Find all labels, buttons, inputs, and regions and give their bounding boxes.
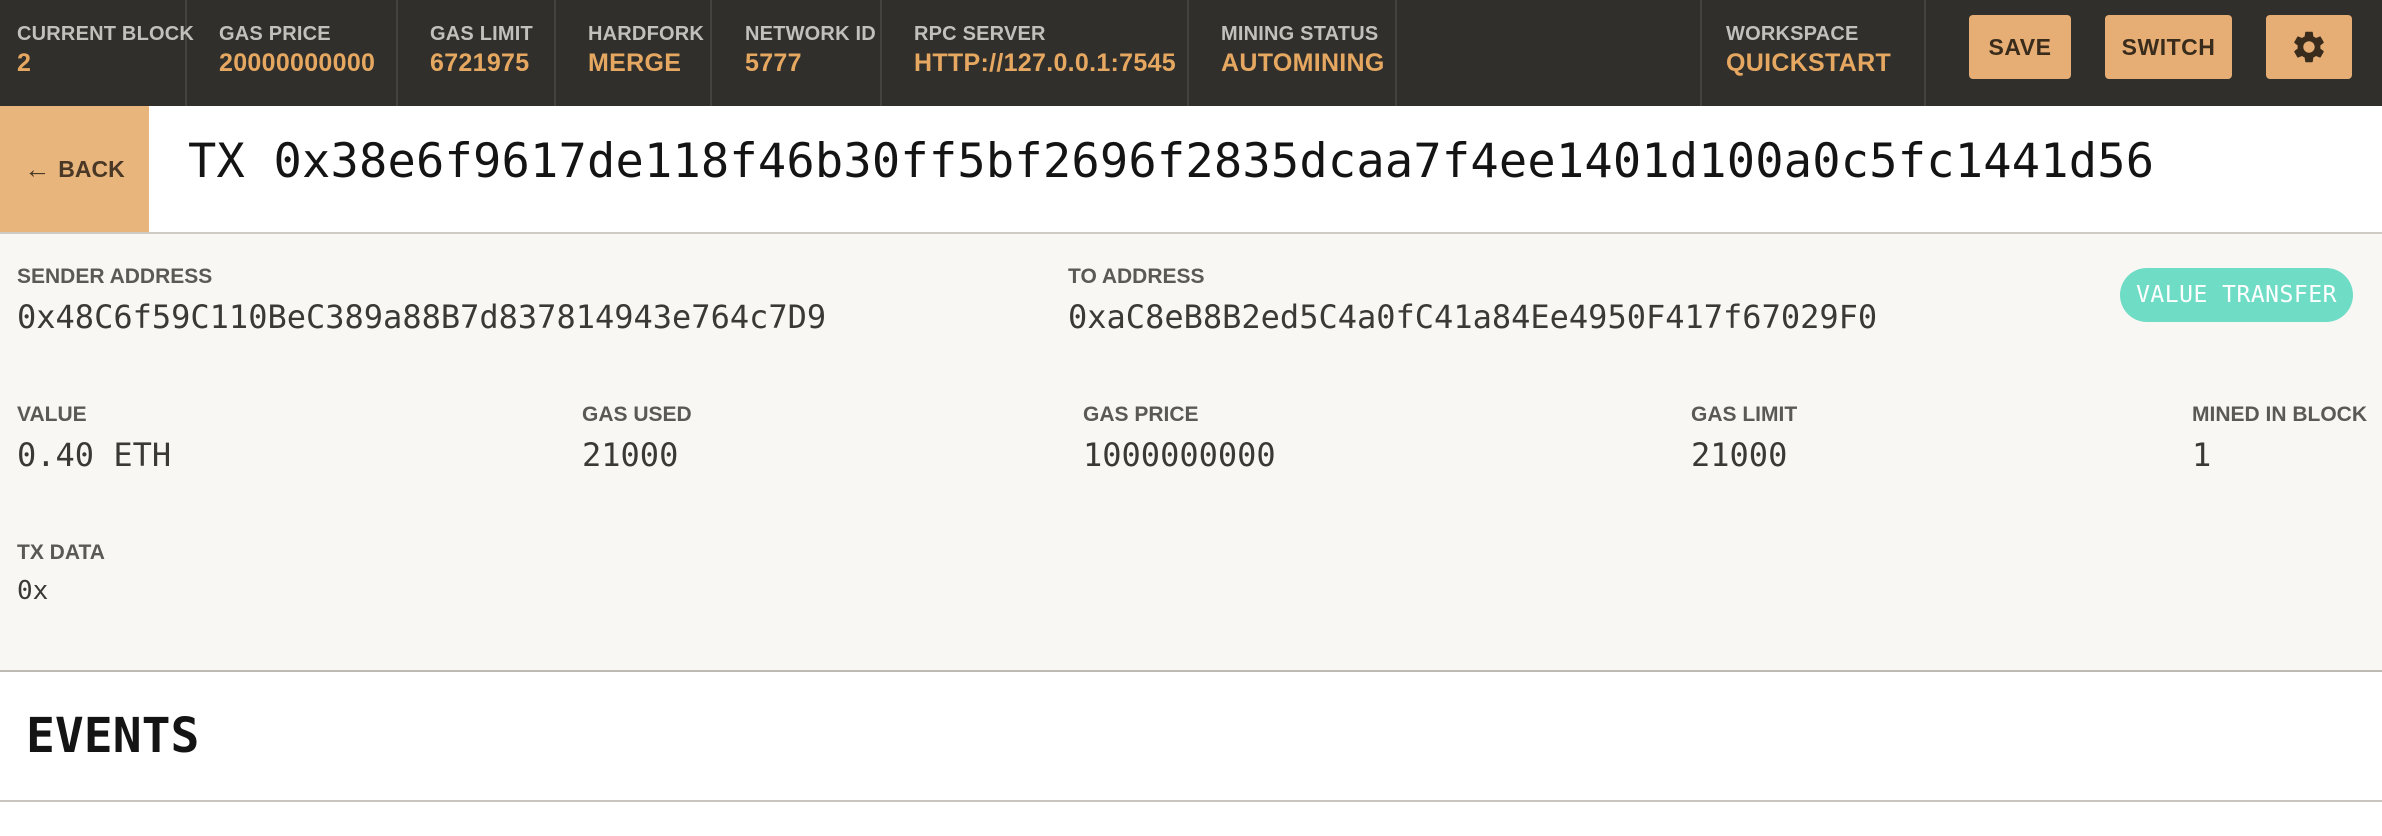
stat-label: NETWORK ID <box>745 23 876 45</box>
stat-value: HTTP://127.0.0.1:7545 <box>914 49 1176 77</box>
arrow-left-icon: ← <box>24 153 51 184</box>
page-title: TX 0x38e6f9617de118f46b30ff5bf2696f2835d… <box>188 134 2155 189</box>
field-value: 0x <box>17 576 49 606</box>
stat-value: 2 <box>17 49 32 77</box>
back-button[interactable]: ← BACK <box>0 106 149 232</box>
field-value: 0x48C6f59C110BeC389a88B7d837814943e764c7… <box>17 298 827 336</box>
to-address: TO ADDRESS 0xaC8eB8B2ed5C4a0fC41a84Ee495… <box>1068 264 1877 336</box>
field-label: VALUE <box>17 403 87 426</box>
save-button[interactable]: SAVE <box>1969 15 2071 79</box>
workspace-label: WORKSPACE <box>1726 23 1859 45</box>
switch-button[interactable]: SWITCH <box>2105 15 2232 79</box>
tx-value: VALUE 0.40 ETH <box>17 402 171 474</box>
field-label: GAS PRICE <box>1083 403 1199 426</box>
field-value: 0xaC8eB8B2ed5C4a0fC41a84Ee4950F417f67029… <box>1068 298 1878 336</box>
stat-value: 6721975 <box>430 49 530 77</box>
events-heading: EVENTS <box>26 708 200 764</box>
gear-icon <box>2294 31 2324 63</box>
transaction-details: SENDER ADDRESS 0x48C6f59C110BeC389a88B7d… <box>0 234 2382 672</box>
stat-value: 20000000000 <box>219 49 376 77</box>
field-label: GAS LIMIT <box>1691 403 1798 426</box>
stat-rpc-server: RPC SERVER HTTP://127.0.0.1:7545 <box>882 0 1189 106</box>
field-value: 21000 <box>582 436 679 474</box>
mined-in-block: MINED IN BLOCK 1 <box>2192 402 2367 474</box>
stat-label: RPC SERVER <box>914 23 1046 45</box>
stat-label: HARDFORK <box>588 23 705 45</box>
field-label: TX DATA <box>17 541 105 564</box>
stat-label: GAS LIMIT <box>430 23 533 45</box>
field-label: GAS USED <box>582 403 692 426</box>
tx-type-badge: VALUE TRANSFER <box>2120 268 2353 322</box>
tx-data: TX DATA 0x <box>17 540 105 610</box>
stat-value: 5777 <box>745 49 802 77</box>
sender-address: SENDER ADDRESS 0x48C6f59C110BeC389a88B7d… <box>17 264 826 336</box>
events-section: EVENTS <box>0 672 2382 802</box>
gas-limit: GAS LIMIT 21000 <box>1691 402 1797 474</box>
settings-button[interactable] <box>2266 15 2352 79</box>
transaction-header: ← BACK TX 0x38e6f9617de118f46b30ff5bf269… <box>0 106 2382 234</box>
stat-value: AUTOMINING <box>1221 49 1385 77</box>
workspace-name: QUICKSTART <box>1726 49 1892 77</box>
stat-label: CURRENT BLOCK <box>17 23 195 45</box>
workspace-info: WORKSPACE QUICKSTART <box>1700 0 1926 106</box>
field-value: 21000 <box>1691 436 1788 474</box>
stat-mining-status: MINING STATUS AUTOMINING <box>1189 0 1397 106</box>
stat-value: MERGE <box>588 49 682 77</box>
stat-gas-price: GAS PRICE 20000000000 <box>187 0 398 106</box>
gas-used: GAS USED 21000 <box>582 402 692 474</box>
field-value: 1000000000 <box>1083 436 1276 474</box>
top-status-bar: CURRENT BLOCK 2 GAS PRICE 20000000000 GA… <box>0 0 2382 106</box>
field-value: 0.40 ETH <box>17 436 172 474</box>
stat-network-id: NETWORK ID 5777 <box>712 0 882 106</box>
field-label: MINED IN BLOCK <box>2192 403 2367 426</box>
stat-hardfork: HARDFORK MERGE <box>556 0 712 106</box>
back-label: BACK <box>58 155 125 182</box>
gas-price: GAS PRICE 1000000000 <box>1083 402 1276 474</box>
field-label: SENDER ADDRESS <box>17 265 213 288</box>
stat-label: MINING STATUS <box>1221 23 1379 45</box>
stat-current-block: CURRENT BLOCK 2 <box>0 0 195 106</box>
stat-gas-limit: GAS LIMIT 6721975 <box>398 0 556 106</box>
field-label: TO ADDRESS <box>1068 265 1205 288</box>
stat-label: GAS PRICE <box>219 23 331 45</box>
field-value: 1 <box>2192 436 2212 474</box>
